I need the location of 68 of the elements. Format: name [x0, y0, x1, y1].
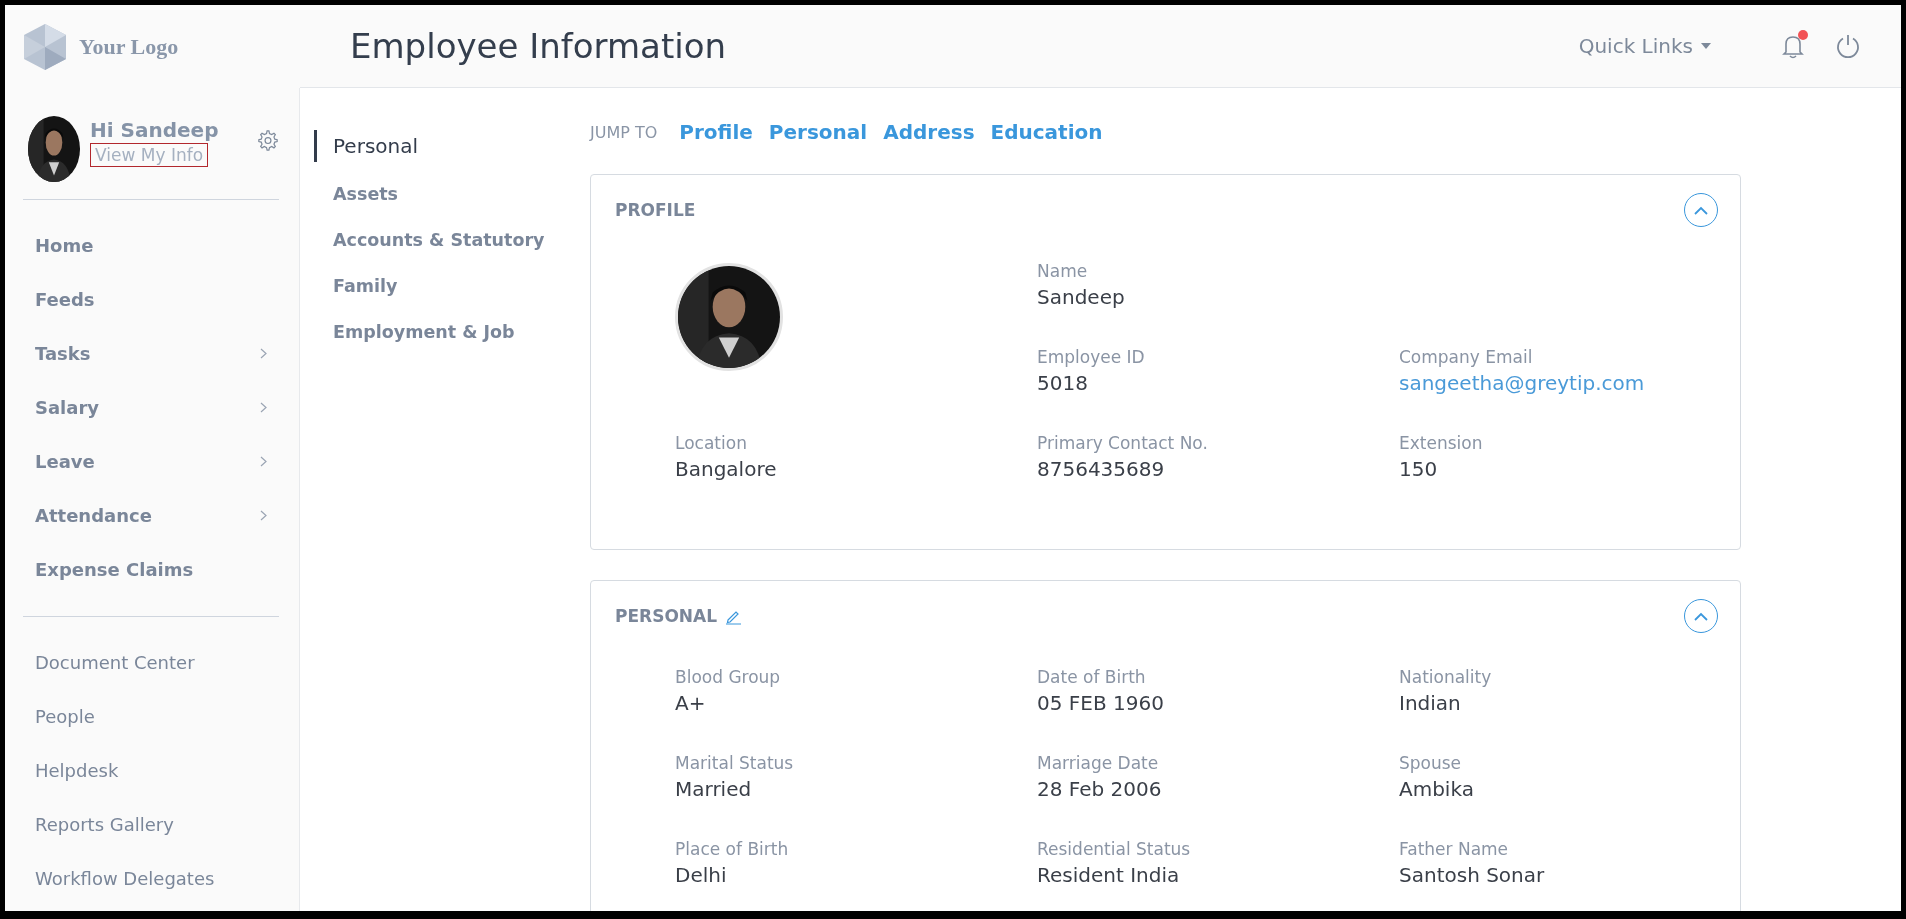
- field-label: Location: [675, 433, 748, 453]
- settings-icon[interactable]: [257, 130, 279, 152]
- field-label: Employee ID: [1037, 347, 1146, 367]
- section-tab[interactable]: Employment & Job: [314, 318, 515, 346]
- field-label: Nationality: [1399, 667, 1493, 687]
- chevron-up-icon: [1694, 205, 1708, 215]
- field-value: 8756435689: [1037, 457, 1166, 481]
- field-label: Company Email: [1399, 347, 1534, 367]
- collapse-button[interactable]: [1684, 599, 1718, 633]
- field-label: Extension: [1399, 433, 1484, 453]
- sidebar-item[interactable]: Home: [23, 218, 279, 272]
- field-value: 05 FEB 1960: [1037, 691, 1165, 715]
- field-label: Father Name: [1399, 839, 1510, 859]
- collapse-button[interactable]: [1684, 193, 1718, 227]
- field-value: Santosh Sonar: [1399, 863, 1546, 887]
- field-label: Marital Status: [675, 753, 795, 773]
- jump-link[interactable]: Profile: [679, 120, 753, 144]
- field-value: 150: [1399, 457, 1439, 481]
- field-value: Sandeep: [1037, 285, 1126, 309]
- jump-link[interactable]: Personal: [768, 120, 868, 144]
- page-title: Employee Information: [350, 26, 727, 66]
- email-link[interactable]: sangeetha@greytip.com: [1399, 371, 1718, 395]
- sidebar-item[interactable]: Document Center: [23, 635, 279, 689]
- sidebar-item[interactable]: People: [23, 689, 279, 743]
- view-info-link[interactable]: View My Info: [90, 143, 209, 167]
- field-value: 28 Feb 2006: [1037, 777, 1163, 801]
- field-label: Spouse: [1399, 753, 1463, 773]
- field-label: Place of Birth: [675, 839, 790, 859]
- field-value: 5018: [1037, 371, 1089, 395]
- power-icon[interactable]: [1835, 33, 1861, 59]
- logo-text: Your Logo: [79, 33, 179, 60]
- logo-icon: [23, 22, 67, 71]
- section-tab[interactable]: Family: [314, 272, 398, 300]
- user-greeting: Hi Sandeep: [90, 118, 220, 142]
- jump-link[interactable]: Address: [883, 120, 975, 144]
- quick-links-dropdown[interactable]: Quick Links: [1578, 34, 1711, 58]
- card-title: PERSONAL: [615, 606, 718, 626]
- field-label: Blood Group: [675, 667, 782, 687]
- sidebar-item[interactable]: Attendance: [23, 488, 279, 542]
- field-label: Marriage Date: [1037, 753, 1160, 773]
- sidebar-item[interactable]: Tasks: [23, 326, 279, 380]
- field-value: Bangalore: [675, 457, 778, 481]
- card-title: PROFILE: [615, 200, 696, 220]
- caret-down-icon: [1701, 43, 1711, 49]
- field-value: A+: [675, 691, 707, 715]
- sidebar-item[interactable]: Reports Gallery: [23, 797, 279, 851]
- field-value: Married: [675, 777, 753, 801]
- field-label: Name: [1037, 261, 1089, 281]
- field-value: Resident India: [1037, 863, 1181, 887]
- section-tab[interactable]: Assets: [314, 180, 399, 208]
- sidebar-item[interactable]: Salary: [23, 380, 279, 434]
- chevron-up-icon: [1694, 611, 1708, 621]
- field-label: Primary Contact No.: [1037, 433, 1209, 453]
- notification-bell-icon[interactable]: [1781, 33, 1805, 59]
- section-tab[interactable]: Accounts & Statutory: [314, 226, 545, 254]
- field-label: Date of Birth: [1037, 667, 1147, 687]
- jump-link[interactable]: Education: [990, 120, 1103, 144]
- jump-to-label: JUMP TO: [590, 122, 658, 142]
- section-tab[interactable]: Personal: [314, 130, 419, 162]
- sidebar-item[interactable]: Feeds: [23, 272, 279, 326]
- sidebar-item[interactable]: Workflow Delegates: [23, 851, 279, 905]
- field-value: Ambika: [1399, 777, 1475, 801]
- sidebar-item[interactable]: Expense Claims: [23, 542, 279, 596]
- sidebar-item[interactable]: Leave: [23, 434, 279, 488]
- sidebar-item[interactable]: Helpdesk: [23, 743, 279, 797]
- field-label: Residential Status: [1037, 839, 1192, 859]
- field-value: Delhi: [675, 863, 728, 887]
- field-value: Indian: [1399, 691, 1462, 715]
